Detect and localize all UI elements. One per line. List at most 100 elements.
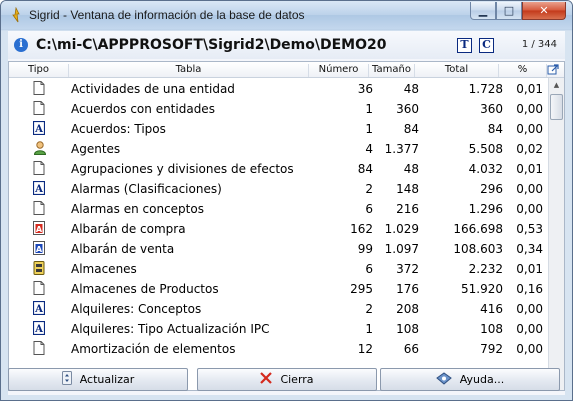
table-row[interactable]: Acuerdos con entidades 1 360 360 0,00	[9, 99, 547, 119]
a-red-icon: A	[33, 221, 45, 235]
cell-numero: 2	[365, 302, 373, 316]
t-toggle-button[interactable]: T	[457, 38, 472, 53]
column-header-percent[interactable]: %	[499, 64, 547, 77]
table-row[interactable]: Amortización de elementos 12 66 792 0,00	[9, 339, 547, 359]
cell-numero: 1	[365, 122, 373, 136]
c-toggle-button[interactable]: C	[479, 38, 494, 53]
cell-percent: 0,01	[516, 262, 543, 276]
export-grid-icon[interactable]	[547, 64, 559, 76]
title-bar[interactable]: Sigrid - Ventana de información de la ba…	[1, 1, 572, 29]
cell-percent: 0,16	[516, 282, 543, 296]
cell-tamano: 176	[396, 282, 419, 296]
cierra-button[interactable]: Cierra	[197, 368, 377, 391]
cell-numero: 2	[365, 182, 373, 196]
table-row[interactable]: A Acuerdos: Tipos 1 84 84 0,00	[9, 119, 547, 139]
cell-total: 1.296	[468, 202, 503, 216]
doc-icon	[33, 341, 45, 355]
doc-icon	[33, 201, 45, 215]
grid-header: Tipo Tabla Número Tamaño Total %	[9, 62, 564, 78]
column-header-total[interactable]: Total	[415, 64, 499, 77]
cierra-label: Cierra	[280, 373, 314, 386]
cell-percent: 0,34	[516, 242, 543, 256]
cell-total: 5.508	[468, 142, 503, 156]
window-controls: ▁ □ ✕	[470, 2, 566, 20]
column-header-tamano[interactable]: Tamaño	[369, 64, 415, 77]
cell-tabla: Acuerdos con entidades	[71, 102, 215, 116]
a-box-icon: A	[32, 320, 46, 336]
cell-tabla: Albarán de compra	[71, 222, 186, 236]
column-header-numero[interactable]: Número	[309, 64, 369, 77]
column-header-tabla[interactable]: Tabla	[69, 64, 309, 77]
table-row[interactable]: Almacenes 6 372 2.232 0,01	[9, 259, 547, 279]
cell-tabla: Agentes	[71, 142, 121, 156]
cell-total: 108	[480, 322, 503, 336]
doc-icon	[33, 81, 45, 95]
ayuda-button[interactable]: Ayuda...	[380, 368, 560, 391]
cell-tamano: 1.029	[384, 222, 419, 236]
table-row[interactable]: A Alquileres: Tipo Actualización IPC 1 108 1…	[9, 319, 547, 339]
table-row[interactable]: A Alarmas (Clasificaciones) 2 148 296 0,00	[9, 179, 547, 199]
table-row[interactable]: Alarmas en conceptos 6 216 1.296 0,00	[9, 199, 547, 219]
svg-text:A: A	[34, 184, 43, 195]
close-window-button[interactable]: ✕	[522, 2, 566, 20]
minimize-button[interactable]: ▁	[470, 2, 496, 20]
cell-tamano: 84	[403, 122, 419, 136]
table-row[interactable]: Almacenes de Productos 295 176 51.920 0,16	[9, 279, 547, 299]
cell-tamano: 216	[396, 202, 419, 216]
cell-numero: 295	[350, 282, 373, 296]
cell-numero: 1	[365, 102, 373, 116]
a-box-icon: A	[32, 120, 46, 136]
cell-numero: 36	[357, 82, 373, 96]
client-area: i C:\mi-C\APPPROSOFT\Sigrid2\Demo\DEMO20…	[8, 31, 565, 395]
scroll-up-arrow-icon[interactable]: ▲	[549, 78, 564, 92]
table-row[interactable]: A Albarán de compra 162 1.029 166.698 0,53	[9, 219, 547, 239]
cell-total: 108.603	[453, 242, 503, 256]
cell-numero: 99	[357, 242, 373, 256]
cell-percent: 0,53	[516, 222, 543, 236]
table-row[interactable]: Agentes 4 1.377 5.508 0,02	[9, 139, 547, 159]
close-x-icon	[260, 372, 273, 387]
cell-tabla: Albarán de venta	[71, 242, 175, 256]
svg-text:A: A	[34, 304, 43, 315]
cell-numero: 4	[365, 142, 373, 156]
cell-tabla: Almacenes de Productos	[71, 282, 219, 296]
cell-tabla: Alquileres: Tipo Actualización IPC	[71, 322, 270, 336]
table-row[interactable]: A Albarán de venta 99 1.097 108.603 0,34	[9, 239, 547, 259]
button-bar: Actualizar Cierra Ayuda...	[8, 368, 565, 392]
app-icon	[9, 7, 23, 23]
cell-percent: 0,02	[516, 142, 543, 156]
cell-percent: 0,00	[516, 122, 543, 136]
cell-tabla: Alarmas (Clasificaciones)	[71, 182, 222, 196]
column-header-tipo[interactable]: Tipo	[9, 64, 69, 77]
actualizar-label: Actualizar	[79, 373, 135, 386]
scroll-thumb[interactable]	[550, 94, 563, 120]
table-row[interactable]: Actividades de una entidad 36 48 1.728 0,01	[9, 79, 547, 99]
cell-percent: 0,01	[516, 82, 543, 96]
cell-tabla: Amortización de elementos	[71, 342, 236, 356]
cell-numero: 84	[357, 162, 373, 176]
cell-tabla: Acuerdos: Tipos	[71, 122, 166, 136]
svg-text:A: A	[34, 124, 43, 135]
table-row[interactable]: Agrupaciones y divisiones de efectos 84 48…	[9, 159, 547, 179]
cell-numero: 6	[365, 202, 373, 216]
cell-tabla: Alquileres: Conceptos	[71, 302, 202, 316]
cell-tamano: 360	[396, 102, 419, 116]
cell-total: 51.920	[461, 282, 503, 296]
cell-tamano: 1.097	[384, 242, 419, 256]
refresh-icon	[61, 371, 72, 388]
cell-total: 792	[480, 342, 503, 356]
window-title: Sigrid - Ventana de información de la ba…	[29, 8, 305, 22]
doc-icon	[33, 161, 45, 175]
cell-percent: 0,00	[516, 182, 543, 196]
cell-tamano: 372	[396, 262, 419, 276]
maximize-button[interactable]: □	[496, 2, 522, 20]
cell-total: 166.698	[453, 222, 503, 236]
cell-percent: 0,00	[516, 102, 543, 116]
cell-total: 4.032	[468, 162, 503, 176]
vertical-scrollbar[interactable]: ▲ ▼	[548, 78, 564, 390]
record-counter: 1 / 344	[521, 39, 557, 50]
table-row[interactable]: A Alquileres: Conceptos 2 208 416 0,00	[9, 299, 547, 319]
actualizar-button[interactable]: Actualizar	[8, 368, 188, 391]
person-icon	[33, 141, 47, 155]
doc-icon	[33, 281, 45, 295]
